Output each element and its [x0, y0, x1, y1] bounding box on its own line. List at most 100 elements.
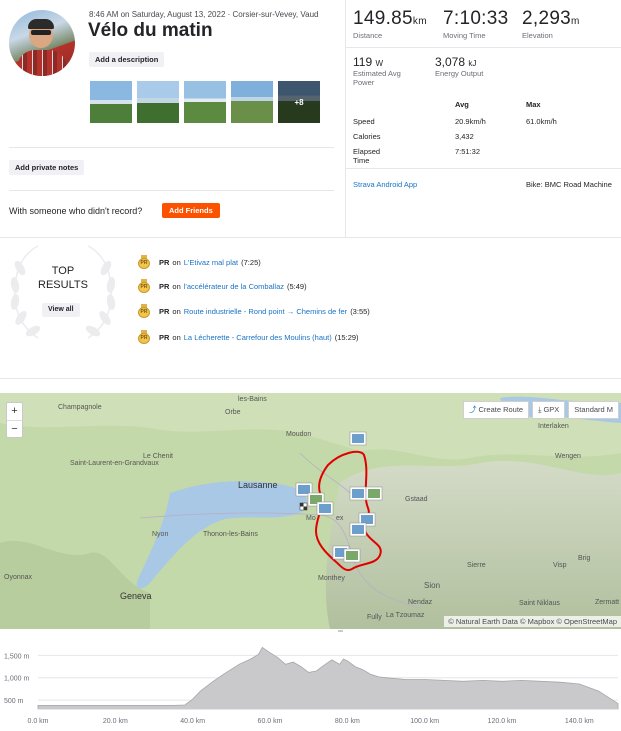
y-tick-label: 1,000 m	[4, 676, 29, 683]
x-tick-label: 80.0 km	[335, 718, 360, 725]
map-style-button[interactable]: Standard M	[568, 401, 620, 419]
map-place-label: Interlaken	[538, 423, 569, 430]
section-divider	[0, 378, 621, 379]
divider	[346, 168, 621, 169]
map-place-label: Saint Niklaus	[519, 600, 560, 607]
map-terrain: les-Bains Champagnole Orbe Moudon Interl…	[0, 393, 621, 629]
x-tick-label: 140.0 km	[565, 718, 594, 725]
download-icon: ⤓	[538, 405, 542, 414]
zoom-control: + −	[6, 402, 23, 438]
map-attribution[interactable]: © Natural Earth Data © Mapbox © OpenStre…	[444, 616, 621, 627]
pr-medal-icon: PR	[138, 255, 150, 269]
with-someone-text: With someone who didn't record?	[9, 206, 143, 216]
divider	[9, 147, 334, 148]
gpx-download-button[interactable]: ⤓ GPX	[532, 401, 566, 419]
map-place-label: Oyonnax	[4, 574, 33, 581]
map-place-label: Champagnole	[58, 404, 102, 411]
add-description-button[interactable]: Add a description	[89, 52, 165, 67]
map-place-label: Brig	[578, 555, 591, 562]
x-tick-label: 0.0 km	[27, 718, 48, 725]
elapsed-avg: 7:51:32	[455, 147, 481, 156]
more-photos-count: +8	[278, 81, 320, 123]
segment-link[interactable]: La Lécherette - Carrefour des Moulins (h…	[184, 333, 332, 342]
y-tick-label: 500 m	[4, 698, 24, 705]
more-photos-thumbnail[interactable]: +8	[278, 81, 320, 123]
elevation-stat: 2,293m Elevation	[522, 8, 580, 40]
activity-photo[interactable]	[90, 81, 132, 123]
divider	[346, 47, 621, 48]
zoom-in-button[interactable]: +	[7, 403, 22, 420]
map-place-label: Sion	[424, 581, 440, 590]
map-place-label: Nyon	[152, 531, 168, 538]
map-place-label: Zermatt	[595, 599, 619, 606]
speed-label: Speed	[353, 117, 375, 126]
photo-strip: +8	[90, 81, 320, 123]
x-tick-label: 20.0 km	[103, 718, 128, 725]
segment-link[interactable]: l'accélérateur de la Comballaz	[184, 282, 284, 291]
map-place-label: ex	[336, 515, 344, 522]
map-place-label: Orbe	[225, 409, 241, 416]
activity-photo[interactable]	[137, 81, 179, 123]
pr-medal-icon: PR	[138, 279, 150, 293]
route-icon: ⤴	[469, 405, 477, 414]
divider	[345, 0, 346, 237]
map-place-label: Saint-Laurent-en-Grandvaux	[70, 460, 159, 467]
athlete-avatar[interactable]	[9, 10, 75, 76]
map-place-label: les-Bains	[238, 396, 267, 403]
pr-row: PR PR on L'Etivaz mal plat (7:25)	[138, 254, 261, 270]
pr-row: PR PR on Route industrielle - Rond point…	[138, 303, 370, 319]
activity-photo[interactable]	[231, 81, 273, 123]
map-toolbar: ⤴ Create Route ⤓ GPX Standard M	[460, 401, 620, 419]
activity-photo[interactable]	[184, 81, 226, 123]
map-place-label: Thonon-les-Bains	[203, 531, 258, 538]
pr-row: PR PR on l'accélérateur de la Comballaz …	[138, 278, 307, 294]
x-tick-label: 40.0 km	[180, 718, 205, 725]
calories-label: Calories	[353, 132, 381, 141]
divider	[9, 190, 334, 191]
zoom-out-button[interactable]: −	[7, 420, 22, 437]
map-resize-handle[interactable]: ═	[338, 628, 343, 635]
power-stat: 119 W Estimated Avg Power	[353, 55, 401, 87]
map-place-label: La Tzoumaz	[386, 612, 425, 619]
add-private-notes-button[interactable]: Add private notes	[9, 160, 85, 175]
segment-link[interactable]: Route industrielle - Rond point → Chemin…	[184, 307, 347, 316]
map-place-label: Sierre	[467, 562, 486, 569]
device-link[interactable]: Strava Android App	[353, 180, 417, 189]
map-place-label: Mo	[306, 515, 316, 522]
max-header: Max	[526, 100, 541, 109]
pr-medal-icon: PR	[138, 304, 150, 318]
top-results-title: TOP RESULTS	[38, 265, 88, 291]
create-route-button[interactable]: ⤴ Create Route	[463, 401, 530, 419]
segment-link[interactable]: L'Etivaz mal plat	[184, 258, 238, 267]
laurel-wreath-icon	[10, 245, 116, 339]
add-friends-button[interactable]: Add Friends	[162, 203, 220, 218]
map-place-label: Nendaz	[408, 599, 433, 606]
moving-time-stat: 7:10:33 Moving Time	[443, 8, 509, 40]
calories-avg: 3,432	[455, 132, 474, 141]
section-divider	[0, 237, 621, 238]
map-place-label: Le Chenit	[143, 453, 173, 460]
map-place-label: Fully	[367, 614, 382, 621]
y-tick-label: 1,500 m	[4, 653, 29, 660]
speed-max: 61.0km/h	[526, 117, 557, 126]
pr-medal-icon: PR	[138, 330, 150, 344]
elapsed-label: Elapsed Time	[353, 147, 381, 165]
x-tick-label: 100.0 km	[410, 718, 439, 725]
bike-info: Bike: BMC Road Machine	[526, 180, 612, 189]
map-place-label: Wengen	[555, 453, 581, 460]
map-place-label: Monthey	[318, 575, 345, 582]
activity-title: Vélo du matin	[88, 20, 213, 41]
distance-stat: 149.85km Distance	[353, 8, 427, 40]
energy-stat: 3,078 kJ Energy Output	[435, 55, 484, 78]
x-tick-label: 120.0 km	[488, 718, 517, 725]
pr-row: PR PR on La Lécherette - Carrefour des M…	[138, 329, 359, 345]
avg-header: Avg	[455, 100, 469, 109]
map-place-label: Moudon	[286, 431, 311, 438]
route-map[interactable]: les-Bains Champagnole Orbe Moudon Interl…	[0, 393, 621, 629]
view-all-button[interactable]: View all	[42, 303, 80, 317]
x-tick-label: 60.0 km	[258, 718, 283, 725]
map-place-label: Lausanne	[238, 480, 278, 490]
elevation-chart[interactable]: 1,500 m 1,000 m 500 m 0.0 km 20.0 km 40.0 km 6…	[0, 636, 621, 731]
activity-meta: 8:46 AM on Saturday, August 13, 2022 · C…	[89, 10, 319, 19]
map-place-label: Geneva	[120, 591, 152, 601]
